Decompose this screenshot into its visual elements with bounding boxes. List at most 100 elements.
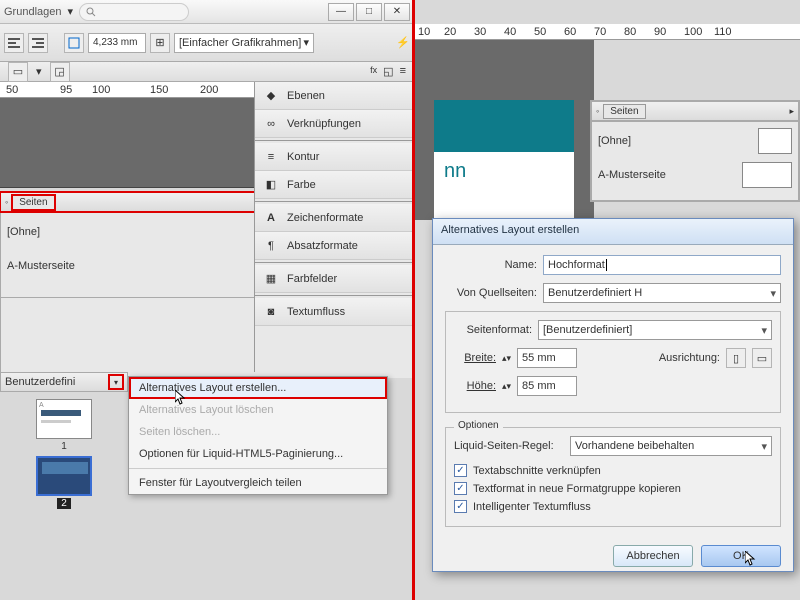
panel-kontur[interactable]: ≡Kontur (255, 143, 414, 171)
frametype-select[interactable]: [Einfacher Grafikrahmen]▾ (174, 33, 314, 53)
page-number: 1 (4, 441, 124, 452)
swatch-icon: ▦ (263, 271, 279, 287)
titlebar: Grundlagen ▾ — □ ✕ (0, 0, 414, 24)
panel-ebenen[interactable]: ◆Ebenen (255, 82, 414, 110)
height-label: Höhe: (454, 380, 496, 392)
menu-icon[interactable]: ≡ (400, 65, 406, 78)
width-label: Breite: (454, 352, 496, 364)
chk-copy-styles[interactable]: ✓Textformat in neue Formatgruppe kopiere… (454, 482, 772, 495)
color-icon: ◧ (263, 177, 279, 193)
corner-icon[interactable]: ◲ (50, 62, 70, 82)
page-thumb-icon (742, 162, 792, 188)
control-toolbar: 4,233 mm ⊞ [Einfacher Grafikrahmen]▾ ⚡ (0, 24, 414, 62)
window-buttons: — □ ✕ (328, 3, 410, 21)
rect-tool-icon[interactable]: ▭ (8, 62, 28, 82)
document-canvas-right[interactable]: nn (414, 40, 594, 220)
menu-split-window[interactable]: Fenster für Layoutvergleich teilen (129, 472, 387, 494)
height-input[interactable]: 85 mm (517, 376, 577, 396)
toolbar-row2: ▭ ▾ ◲ fx ◱ ≡ (0, 62, 414, 82)
source-select[interactable]: Benutzerdefiniert H (543, 283, 781, 303)
liquid-select[interactable]: Vorhandene beibehalten (570, 436, 772, 456)
page-thumb-icon (758, 128, 792, 154)
panel-farbfelder[interactable]: ▦Farbfelder (255, 265, 414, 293)
source-label: Von Quellseiten: (445, 287, 537, 299)
orientation-label: Ausrichtung: (659, 352, 720, 364)
name-input[interactable]: Hochformat (543, 255, 781, 275)
ok-button[interactable]: OK (701, 545, 781, 567)
char-icon: A (263, 210, 279, 226)
dropdown-icon[interactable]: ▾ (68, 5, 74, 18)
liquid-label: Liquid-Seiten-Regel: (454, 440, 564, 452)
page-thumbnails: A 1 2 (4, 395, 124, 509)
page-thumb-1[interactable]: A (36, 399, 92, 439)
master-label: A-Musterseite (7, 260, 75, 272)
search-icon (86, 7, 96, 17)
opts-icon[interactable]: ◱ (383, 65, 393, 78)
master-a[interactable]: A-Musterseite (598, 162, 792, 188)
stepper-icon[interactable]: ▴▾ (502, 381, 511, 392)
width-input[interactable]: 55 mm (517, 348, 577, 368)
menu-liquid-options[interactable]: Optionen für Liquid-HTML5-Paginierung... (129, 443, 387, 465)
left-window: Grundlagen ▾ — □ ✕ 4,233 mm ⊞ [Einfacher… (0, 0, 414, 600)
align-right-icon[interactable] (28, 33, 48, 53)
seiten-tab[interactable]: Seiten (603, 104, 645, 119)
search-input[interactable] (79, 3, 189, 21)
dialog-title: Alternatives Layout erstellen (433, 219, 793, 245)
page-header-block (434, 100, 574, 152)
alt-layout-dialog: Alternatives Layout erstellen Name: Hoch… (432, 218, 794, 572)
cancel-button[interactable]: Abbrechen (613, 545, 693, 567)
variant-dropdown-icon[interactable]: ▾ (109, 375, 123, 389)
checkbox-icon: ✓ (454, 482, 467, 495)
options-legend: Optionen (454, 420, 503, 431)
side-panels: ◆Ebenen ∞Verknüpfungen ≡Kontur ◧Farbe AZ… (254, 82, 414, 372)
stroke-icon: ≡ (263, 149, 279, 165)
stepper-icon[interactable]: ▴▾ (502, 353, 511, 364)
page-format-group: Seitenformat: [Benutzerdefiniert] Breite… (445, 311, 781, 413)
measure-field[interactable]: 4,233 mm (88, 33, 146, 53)
maximize-button[interactable]: □ (356, 3, 382, 21)
panel-absatzformate[interactable]: ¶Absatzformate (255, 232, 414, 260)
layers-icon: ◆ (263, 88, 279, 104)
format-select[interactable]: [Benutzerdefiniert] (538, 320, 772, 340)
panel-farbe[interactable]: ◧Farbe (255, 171, 414, 199)
fx-icon[interactable]: fx (370, 65, 377, 78)
frame-icon[interactable] (64, 33, 84, 53)
menu-alt-layout-create[interactable]: Alternatives Layout erstellen... (129, 377, 387, 399)
seiten-panel-right: ◦ Seiten ▸ [Ohne] A-Musterseite (590, 100, 800, 202)
chk-smart-reflow[interactable]: ✓Intelligenter Textumfluss (454, 500, 772, 513)
checkbox-icon: ✓ (454, 464, 467, 477)
close-button[interactable]: ✕ (384, 3, 410, 21)
align-left-icon[interactable] (4, 33, 24, 53)
minimize-button[interactable]: — (328, 3, 354, 21)
bolt-icon[interactable]: ⚡ (396, 36, 410, 49)
pages-context-menu: Alternatives Layout erstellen... Alterna… (128, 376, 388, 495)
master-none[interactable]: [Ohne] (598, 128, 792, 154)
doc-title: Grundlagen (4, 6, 62, 18)
panel-textumfluss[interactable]: ◙Textumfluss (255, 298, 414, 326)
chk-link-stories[interactable]: ✓Textabschnitte verknüpfen (454, 464, 772, 477)
screenshot-divider (412, 0, 415, 600)
layout-variant-header[interactable]: Benutzerdefini ▾ (0, 372, 128, 392)
wrap-icon: ◙ (263, 304, 279, 320)
menu-separator (129, 468, 387, 469)
format-label: Seitenformat: (454, 324, 532, 336)
portrait-icon[interactable]: ▯ (726, 348, 746, 368)
panel-zeichenformate[interactable]: AZeichenformate (255, 204, 414, 232)
variant-label: Benutzerdefini (5, 376, 75, 388)
page-number: 2 (57, 498, 71, 509)
para-icon: ¶ (263, 238, 279, 254)
options-group: Optionen Liquid-Seiten-Regel: Vorhandene… (445, 427, 781, 527)
master-label: [Ohne] (7, 226, 40, 238)
menu-delete-pages: Seiten löschen... (129, 421, 387, 443)
link-icon: ∞ (263, 116, 279, 132)
seiten-tab[interactable]: Seiten (12, 195, 54, 210)
panel-verknuepfungen[interactable]: ∞Verknüpfungen (255, 110, 414, 138)
dropdown-icon[interactable]: ▾ (36, 65, 42, 78)
checkbox-icon: ✓ (454, 500, 467, 513)
horizontal-ruler-right[interactable]: 10 20 30 40 50 60 70 80 90 100 110 (414, 24, 800, 40)
menu-alt-layout-delete: Alternatives Layout löschen (129, 399, 387, 421)
anchor-icon[interactable]: ⊞ (150, 33, 170, 53)
page-thumb-2[interactable] (36, 456, 92, 496)
landscape-icon[interactable]: ▭ (752, 348, 772, 368)
seiten-panel-header-right[interactable]: ◦ Seiten ▸ (591, 101, 799, 121)
